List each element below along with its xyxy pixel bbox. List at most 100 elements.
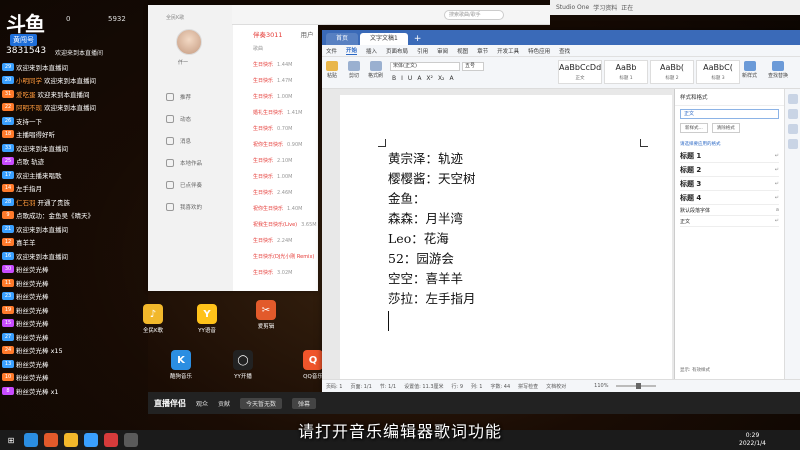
select-icon[interactable] xyxy=(787,109,798,119)
styles-icon[interactable] xyxy=(787,94,798,104)
property-icon[interactable] xyxy=(787,124,798,134)
stream-tab[interactable]: 弹幕 xyxy=(292,397,317,409)
format-painter-button[interactable]: 格式刷 xyxy=(368,61,383,79)
menu-item[interactable]: 开始 xyxy=(346,46,358,55)
format-button[interactable]: A xyxy=(417,75,421,82)
tab-accompaniment[interactable]: 伴奏3011 xyxy=(253,29,283,39)
music-player-window[interactable]: 全民K歌 仟一 推荐 动态 消息 本地作品 已点伴奏 我喜欢的 伴奏3011 用户 歌曲 … xyxy=(148,5,318,291)
format-button[interactable]: X₂ xyxy=(438,75,445,82)
music-nav-item[interactable]: 动态 xyxy=(166,115,191,123)
app-strip-item[interactable]: 学习资料 xyxy=(593,3,617,12)
font-family-select[interactable]: 宋体(正文) xyxy=(390,62,460,71)
song-row[interactable]: 婚礼生日快乐 1.41M xyxy=(253,109,302,116)
menu-item[interactable]: 章节 xyxy=(477,47,488,55)
music-nav-item[interactable]: 本地作品 xyxy=(166,159,202,167)
tab-home[interactable]: 首页 xyxy=(326,33,359,45)
song-size: 2.46M xyxy=(277,190,293,196)
tab-document[interactable]: 文字文稿1 xyxy=(360,33,408,45)
stream-brand: 直播伴侣 xyxy=(154,398,186,408)
style-item[interactable]: 标题 3 ↵ xyxy=(680,177,779,191)
song-row[interactable]: 生日快乐 0.70M xyxy=(253,125,292,132)
app-strip-item[interactable]: 正在 xyxy=(621,3,633,12)
song-row[interactable]: 生日快乐 1.00M xyxy=(253,173,292,180)
stream-tab[interactable]: 贡献 xyxy=(218,399,230,408)
stream-tab[interactable]: 今天暂无数 xyxy=(240,397,283,409)
menu-item[interactable]: 引用 xyxy=(417,47,428,55)
zoom-slider[interactable] xyxy=(616,383,657,389)
document-page[interactable]: 黄宗泽：轨迹 樱樱酱：天空树 金鱼： 森森：月半湾 Leo：花海 52：园游会 空空：喜羊羊… xyxy=(340,95,672,379)
desktop-shortcut[interactable]: K 酷狗音乐 xyxy=(160,350,202,380)
desktop-shortcut[interactable]: ◯ YY开播 xyxy=(222,350,264,380)
song-row[interactable]: 祝你生日快乐 1.40M xyxy=(253,205,302,212)
style-item[interactable]: 标题 1 ↵ xyxy=(680,149,779,163)
chat-username[interactable]: 阿明不现 xyxy=(16,102,42,112)
song-row[interactable]: 生日快乐 1.44M xyxy=(253,61,292,68)
song-row[interactable]: 生日快乐 2.10M xyxy=(253,157,292,164)
song-row[interactable]: 生日快乐(DJ光小刚 Remix) xyxy=(253,253,314,260)
new-tab-button[interactable]: + xyxy=(410,33,426,45)
stream-tab[interactable]: 观众 xyxy=(196,399,208,408)
wps-writer-window[interactable]: 首页 文字文稿1 + 文件 开始 插入 页面布局 引用 审阅 视图 章节 开发工具 特色应用 查找 … xyxy=(322,30,800,392)
song-row[interactable]: 生日快乐 1.47M xyxy=(253,77,292,84)
style-item[interactable]: 标题 2 ↵ xyxy=(680,163,779,177)
style-preset[interactable]: AaBbC(标题 3 xyxy=(696,60,740,84)
document-line: Leo：花海 xyxy=(388,231,449,246)
search-input[interactable]: 搜索歌曲/歌手 xyxy=(444,10,504,20)
welcome-text: 欢迎来到本直播间 xyxy=(55,50,104,57)
panel-footer[interactable]: 显示: 有效样式 xyxy=(680,367,710,373)
format-button[interactable]: A xyxy=(449,75,453,82)
song-row[interactable]: 生日快乐 2.46M xyxy=(253,189,292,196)
song-row[interactable]: 祝我生日快乐(Live) 3.65M xyxy=(253,221,317,228)
desktop-shortcut-label: 全民K歌 xyxy=(142,328,164,334)
desktop-shortcut[interactable]: ♪ 全民K歌 xyxy=(132,304,174,334)
doc-proof[interactable]: 文档校对 xyxy=(546,383,566,390)
menu-item[interactable]: 开发工具 xyxy=(497,47,519,55)
format-button[interactable]: I xyxy=(401,75,403,82)
spell-check-toggle[interactable]: 拼写检查 xyxy=(518,383,538,390)
desktop-shortcut-label: 爱剪辑 xyxy=(257,324,275,330)
chat-username[interactable]: 小明同学 xyxy=(16,75,42,85)
clear-format-button[interactable]: 清除格式 xyxy=(711,123,740,133)
style-item-normal[interactable]: 正文 ↵ xyxy=(680,216,779,227)
menu-item[interactable]: 插入 xyxy=(366,47,377,55)
chat-username[interactable]: 爱吃蛋 xyxy=(16,89,36,99)
find-replace-button[interactable]: 查找替换 xyxy=(768,61,788,79)
menu-item[interactable]: 视图 xyxy=(457,47,468,55)
desktop-shortcut[interactable]: ✂ 爱剪辑 xyxy=(245,300,287,330)
current-style-select[interactable]: 正文 xyxy=(680,109,779,119)
style-preset[interactable]: AaBbCcDd 正文 xyxy=(558,60,602,84)
desktop-shortcut[interactable]: Y YY语音 xyxy=(186,304,228,334)
music-nav-item[interactable]: 推荐 xyxy=(166,93,191,101)
style-preset[interactable]: AaBb 标题 1 xyxy=(604,60,648,84)
avatar[interactable] xyxy=(176,29,202,55)
document-line: 52：园游会 xyxy=(388,251,454,266)
menu-item[interactable]: 查找 xyxy=(559,47,570,55)
paste-button[interactable]: 粘贴 xyxy=(326,61,338,79)
style-item[interactable]: 标题 4 ↵ xyxy=(680,191,779,205)
menu-item[interactable]: 审阅 xyxy=(437,47,448,55)
app-strip-item[interactable]: Studio One xyxy=(556,4,589,11)
song-row[interactable]: 生日快乐 1.00M xyxy=(253,93,292,100)
song-row[interactable]: 生日快乐 2.24M xyxy=(253,237,292,244)
share-icon[interactable] xyxy=(787,139,798,149)
music-nav-item[interactable]: 我喜欢的 xyxy=(166,203,202,211)
new-style-button[interactable]: 新样式 xyxy=(742,61,757,79)
style-preset[interactable]: AaBb(标题 2 xyxy=(650,60,694,84)
music-nav-item[interactable]: 已点伴奏 xyxy=(166,181,202,189)
song-row[interactable]: 祝你生日快乐 0.90M xyxy=(253,141,302,148)
new-style-button[interactable]: 新样式... xyxy=(680,123,708,133)
menu-item[interactable]: 特色应用 xyxy=(528,47,550,55)
font-size-select[interactable]: 五号 xyxy=(462,62,484,71)
menu-item[interactable]: 文件 xyxy=(326,47,337,55)
style-item-default-font[interactable]: 默认段落字体 a xyxy=(680,205,779,216)
cut-button[interactable]: 剪切 xyxy=(348,61,360,79)
format-button[interactable]: U xyxy=(408,75,412,82)
music-nav-item[interactable]: 消息 xyxy=(166,137,191,145)
document-text[interactable]: 黄宗泽：轨迹 樱樱酱：天空树 金鱼： 森森：月半湾 Leo：花海 52：园游会 空空：喜羊羊… xyxy=(388,149,476,331)
format-button[interactable]: X² xyxy=(426,75,433,82)
format-button[interactable]: B xyxy=(392,75,396,82)
menu-item[interactable]: 页面布局 xyxy=(386,47,408,55)
song-row[interactable]: 生日快乐 3.02M xyxy=(253,269,292,276)
tab-users[interactable]: 用户 xyxy=(301,29,314,39)
chat-username[interactable]: 仁石羽 xyxy=(16,197,36,207)
